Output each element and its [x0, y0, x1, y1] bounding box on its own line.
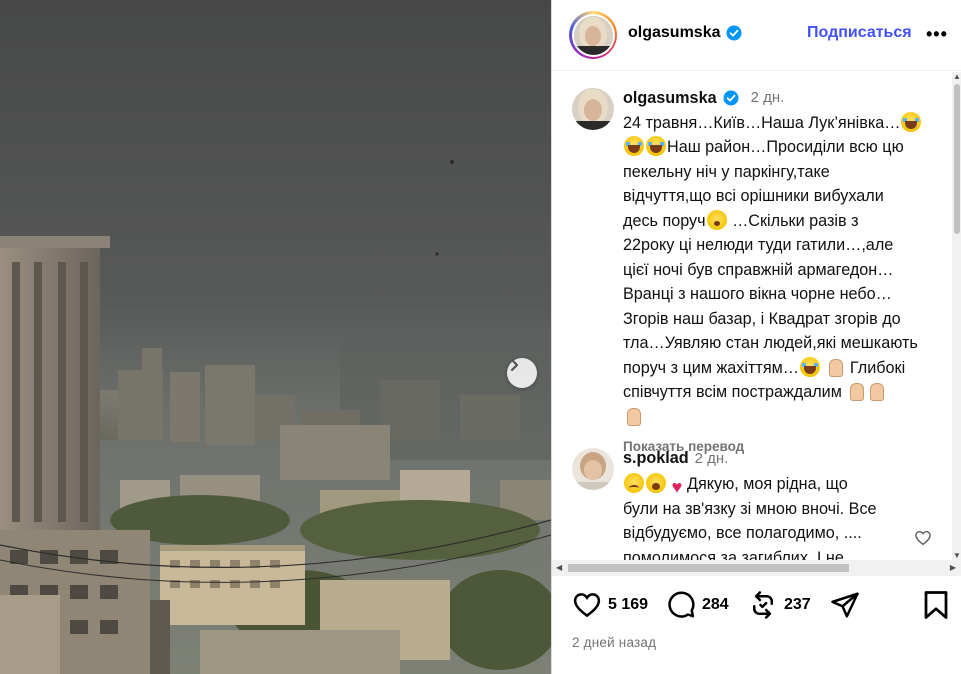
share-button[interactable]	[830, 590, 860, 620]
scroll-down-icon[interactable]: ▼	[953, 551, 961, 560]
comment-line: відбудуємо, все полагодимо, ....	[623, 524, 862, 542]
bookmark-icon	[924, 591, 948, 619]
repost-button[interactable]: 237	[748, 590, 811, 620]
verified-badge-icon	[726, 25, 742, 41]
red-heart-emoji-icon: ♥	[671, 476, 683, 497]
horizontal-scrollbar[interactable]: ◀ ▶	[552, 560, 961, 576]
comments-count[interactable]: 284	[702, 596, 729, 614]
scroll-right-icon[interactable]: ▶	[950, 563, 956, 572]
scroll-up-icon[interactable]: ▲	[953, 72, 961, 81]
scroll-left-icon[interactable]: ◀	[556, 563, 562, 572]
follow-button[interactable]: Подписаться	[807, 24, 912, 42]
comment-username[interactable]: s.poklad	[623, 449, 689, 467]
city-photo	[0, 0, 551, 674]
caption-line: десь поруч	[623, 211, 706, 230]
post-panel: olgasumska Подписаться ••• olgasumska 2 …	[551, 0, 961, 674]
comment-bubble-icon	[668, 591, 695, 618]
comment-line: Дякую, моя рідна, що	[687, 474, 848, 493]
caption-line: пекельну ніч у паркінгу,таке	[623, 162, 830, 181]
more-options-button[interactable]: •••	[926, 24, 948, 45]
comment-line: були на зв'язку зі мною вночі. Все	[623, 499, 877, 518]
caption-line: 24 травня…Київ…Наша Лук’янівка…	[623, 113, 901, 132]
post-actions: 5 169 284 237	[552, 590, 961, 630]
likes-count[interactable]: 5 169	[608, 596, 648, 614]
paper-plane-icon	[831, 592, 859, 618]
chevron-right-icon	[510, 358, 519, 372]
flushed-face-emoji-icon	[706, 209, 727, 230]
comments-scroll-area[interactable]: olgasumska 2 дн. 24 травня…Київ…Наша Лук…	[552, 72, 961, 562]
next-slide-button[interactable]	[507, 358, 537, 388]
caption-username[interactable]: olgasumska	[623, 86, 717, 111]
crying-face-emoji-icon	[646, 136, 666, 156]
verified-badge-icon	[723, 90, 739, 106]
author-avatar[interactable]	[569, 11, 617, 59]
folded-hands-emoji-icon	[847, 381, 865, 401]
vertical-scroll-thumb[interactable]	[954, 84, 960, 234]
post-header: olgasumska Подписаться •••	[552, 0, 961, 71]
caption-time[interactable]: 2 дн.	[751, 86, 785, 111]
caption-text: olgasumska 2 дн. 24 травня…Київ…Наша Лук…	[623, 86, 943, 460]
caption-line: 22року ці нелюди туди гатили…,але	[623, 236, 894, 254]
caption-line: тла…Уявляю стан людей,які мешкають	[623, 334, 918, 352]
repost-icon	[753, 591, 773, 619]
caption-line: цієї ночі був справжній армагедон…	[623, 260, 894, 279]
save-button[interactable]	[922, 590, 950, 620]
author-username[interactable]: olgasumska	[628, 24, 720, 42]
avatar-image	[573, 15, 613, 55]
caption-line: Глибокі	[849, 358, 906, 377]
caption-avatar[interactable]	[572, 88, 614, 130]
heart-icon	[573, 593, 601, 618]
sad-face-emoji-icon	[624, 472, 644, 493]
post-media[interactable]	[0, 0, 551, 674]
caption-line: поруч з цим жахіттям…	[623, 358, 799, 377]
horizontal-scroll-thumb[interactable]	[568, 564, 849, 572]
like-button[interactable]: 5 169	[572, 590, 648, 620]
comment-avatar[interactable]	[572, 448, 614, 490]
folded-hands-emoji-icon	[826, 357, 844, 377]
comment-like-icon[interactable]	[914, 529, 932, 547]
caption-line: Згорів наш базар, і Квадрат згорів до	[623, 309, 901, 328]
comment-button[interactable]: 284	[666, 590, 729, 620]
folded-hands-emoji-icon	[624, 406, 642, 426]
vertical-scrollbar[interactable]: ▲ ▼	[952, 72, 961, 560]
caption-line: співчуття всім постраждалим	[623, 383, 842, 401]
caption-line: …Скільки разів з	[732, 211, 859, 230]
caption-line: Вранці з нашого вікна чорне небо…	[623, 285, 892, 303]
crying-face-emoji-icon	[799, 356, 820, 377]
fearful-face-emoji-icon	[646, 472, 666, 493]
crying-face-emoji-icon	[901, 111, 922, 132]
folded-hands-emoji-icon	[867, 381, 885, 401]
reposts-count[interactable]: 237	[784, 596, 811, 614]
comment-text: s.poklad 2 дн. ♥ Дякую, моя рідна, що були…	[623, 446, 943, 562]
crying-face-emoji-icon	[624, 136, 644, 156]
post-date[interactable]: 2 дней назад	[572, 635, 656, 650]
comment-time[interactable]: 2 дн.	[695, 450, 729, 467]
caption-line: Наш район…Просиділи всю цю	[667, 138, 904, 156]
caption-line: відчуття,що всі орішники вибухали	[623, 187, 884, 205]
